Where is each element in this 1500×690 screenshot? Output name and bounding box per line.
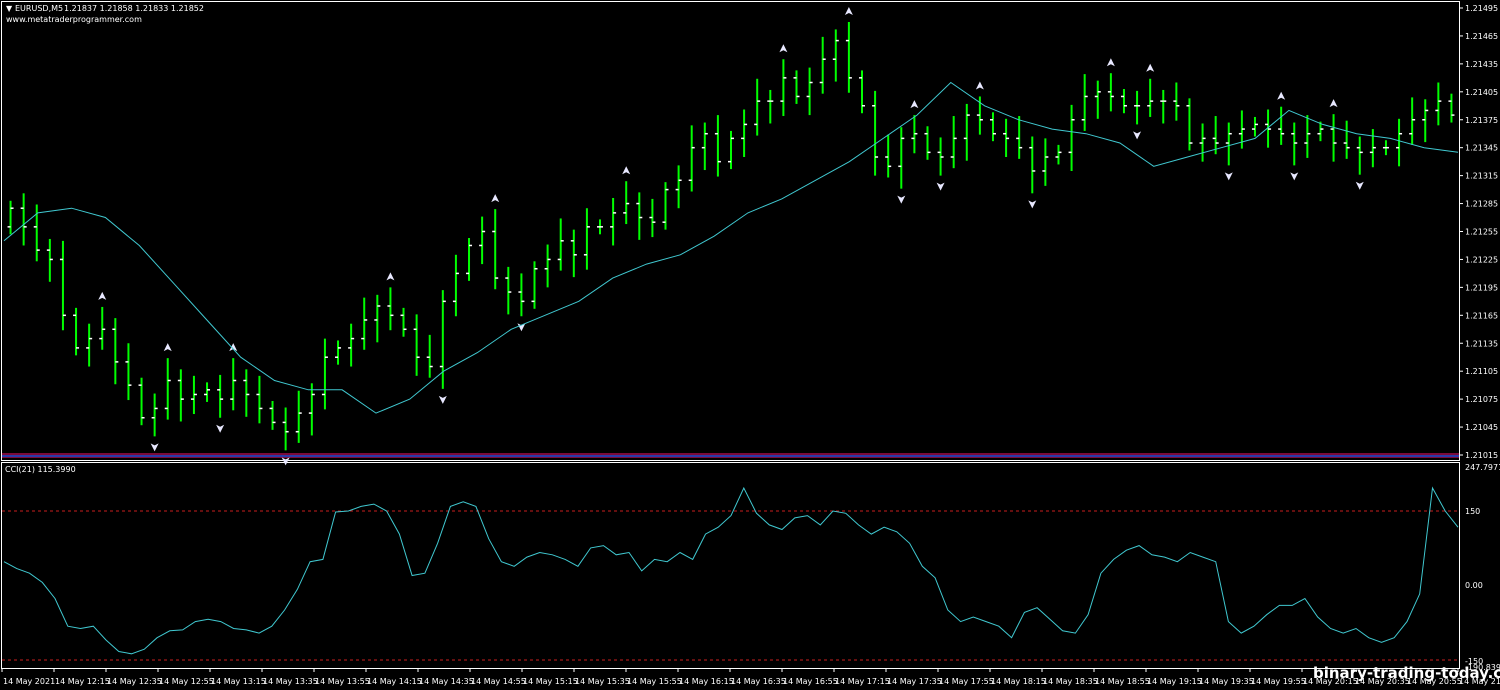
- price-tick-label: 1.21135: [1465, 339, 1498, 348]
- time-tick-label: 14 May 14:35: [419, 677, 474, 686]
- time-tick-label: 14 May 18:55: [1095, 677, 1150, 686]
- price-tick-label: 1.21075: [1465, 395, 1498, 404]
- time-tick-label: 14 May 15:15: [523, 677, 578, 686]
- indicator-label: CCI(21) 115.3990: [5, 465, 76, 474]
- price-tick-label: 1.21165: [1465, 311, 1498, 320]
- time-tick-label: 14 May 18:15: [991, 677, 1046, 686]
- symbol-dropdown-icon[interactable]: ▼: [6, 4, 13, 13]
- time-tick-label: 14 May 15:35: [575, 677, 630, 686]
- website-label: www.metatraderprogrammer.com: [6, 15, 142, 24]
- price-base-strip-blue: [2, 455, 1459, 457]
- price-tick-label: 1.21195: [1465, 283, 1498, 292]
- time-tick-label: 14 May 13:55: [315, 677, 370, 686]
- time-tick-label: 14 May 2021: [3, 677, 55, 686]
- time-tick-label: 14 May 19:35: [1199, 677, 1254, 686]
- time-tick-label: 14 May 19:15: [1147, 677, 1202, 686]
- time-tick-label: 14 May 12:35: [107, 677, 162, 686]
- price-tick-label: 1.21345: [1465, 144, 1498, 153]
- time-tick-label: 14 May 17:35: [887, 677, 942, 686]
- time-tick-label: 14 May 12:15: [55, 677, 110, 686]
- time-tick-label: 14 May 16:35: [731, 677, 786, 686]
- price-tick-label: 1.21375: [1465, 116, 1498, 125]
- price-tick-label: 1.21495: [1465, 4, 1498, 13]
- time-tick-label: 14 May 17:15: [835, 677, 890, 686]
- price-tick-label: 1.21435: [1465, 60, 1498, 69]
- time-tick-label: 14 May 17:55: [939, 677, 994, 686]
- cci-level-0-label: 0.00: [1465, 581, 1483, 590]
- price-tick-label: 1.21285: [1465, 200, 1498, 209]
- price-tick-label: 1.21045: [1465, 423, 1498, 432]
- time-tick-label: 14 May 12:55: [159, 677, 214, 686]
- price-tick-label: 1.21405: [1465, 88, 1498, 97]
- time-tick-label: 14 May 18:35: [1043, 677, 1098, 686]
- time-tick-label: 14 May 14:55: [471, 677, 526, 686]
- time-tick-label: 14 May 14:15: [367, 677, 422, 686]
- price-tick-label: 1.21225: [1465, 255, 1498, 264]
- time-tick-label: 14 May 15:55: [627, 677, 682, 686]
- cci-level-150-label: 150: [1465, 507, 1480, 516]
- price-tick-label: 1.21465: [1465, 32, 1498, 41]
- symbol-label: EURUSD,M5: [15, 4, 63, 13]
- price-tick-label: 1.21015: [1465, 451, 1498, 460]
- cci-max-label: 247.7971: [1465, 463, 1500, 472]
- price-tick-label: 1.21105: [1465, 367, 1498, 376]
- trading-chart[interactable]: ▼ EURUSD,M5 1.21837 1.21858 1.21833 1.21…: [0, 0, 1500, 690]
- time-tick-label: 14 May 16:15: [679, 677, 734, 686]
- watermark: binary-trading-today.com: [1313, 664, 1500, 682]
- time-tick-label: 14 May 16:55: [783, 677, 838, 686]
- time-tick-label: 14 May 13:35: [263, 677, 318, 686]
- price-tick-label: 1.21255: [1465, 228, 1498, 237]
- time-tick-label: 14 May 19:55: [1251, 677, 1306, 686]
- time-tick-label: 14 May 13:15: [211, 677, 266, 686]
- ohlc-label: 1.21837 1.21858 1.21833 1.21852: [64, 4, 204, 13]
- price-tick-label: 1.21315: [1465, 172, 1498, 181]
